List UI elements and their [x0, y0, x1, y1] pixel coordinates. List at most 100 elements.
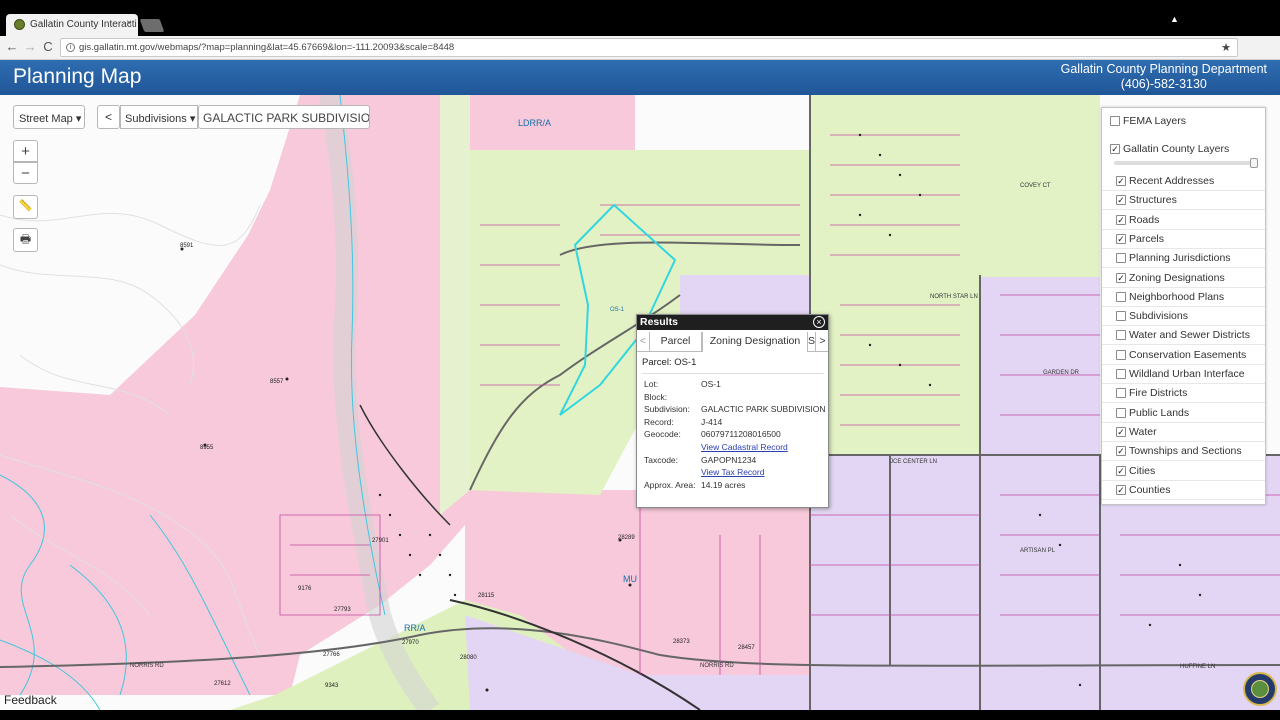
layer-checkbox[interactable]: ✓ — [1116, 195, 1126, 206]
parcel-heading: Parcel: OS-1 — [642, 357, 824, 374]
layer-item-recent-addresses[interactable]: ✓ Recent Addresses — [1102, 172, 1265, 191]
bookmark-star-icon[interactable]: ★ — [1221, 41, 1231, 54]
layer-item-neighborhood-plans[interactable]: Neighborhood Plans — [1102, 288, 1265, 307]
tab-close-icon[interactable]: × — [126, 18, 132, 29]
layer-item-planning-jurisdictions[interactable]: Planning Jurisdictions — [1102, 249, 1265, 269]
opacity-slider-handle[interactable] — [1250, 158, 1258, 168]
layer-checkbox[interactable]: ✓ — [1116, 465, 1126, 476]
layer-item-fire-districts[interactable]: Fire Districts — [1102, 384, 1265, 404]
detail-key: Record: — [644, 416, 674, 427]
tab-zoning-designation[interactable]: Zoning Designation — [702, 332, 808, 352]
department-phone: (406)-582-3130 — [1120, 77, 1207, 91]
address-number: 28115 — [478, 593, 495, 599]
search-input[interactable]: GALACTIC PARK SUBDIVISION — [198, 105, 370, 129]
department-name: Gallatin County Planning Department — [1060, 62, 1267, 76]
layer-item-public-lands[interactable]: Public Lands — [1102, 404, 1265, 423]
layer-group-gallatin-county[interactable]: ✓ Gallatin County Layers — [1102, 140, 1265, 159]
layer-group-fema[interactable]: FEMA Layers — [1102, 112, 1265, 131]
map-canvas[interactable]: LDRR/A RR/A MU OS-1 NORRIS RD NORRIS RD … — [0, 95, 1280, 710]
search-back-button[interactable]: < — [97, 105, 120, 129]
layer-checkbox[interactable]: ✓ — [1116, 484, 1126, 495]
road-label: NORRIS RD — [130, 663, 164, 669]
detail-value: 14.19 acres — [701, 479, 746, 490]
view-tax-record-link[interactable]: View Tax Record — [701, 467, 764, 477]
detail-row-cadastral-link: View Cadastral Record — [637, 442, 828, 455]
site-info-icon[interactable]: i — [66, 43, 75, 52]
address-bar[interactable]: i gis.gallatin.mt.gov/webmaps/?map=plann… — [60, 38, 1238, 57]
layer-label: Counties — [1129, 483, 1171, 496]
detail-value: GAPOPN1234 — [701, 454, 757, 465]
measure-ruler-icon[interactable]: 📏 — [13, 195, 38, 219]
reload-icon[interactable]: C — [40, 39, 56, 55]
layer-checkbox[interactable] — [1116, 311, 1126, 322]
layer-checkbox[interactable] — [1116, 253, 1126, 264]
results-title: Results — [637, 315, 828, 330]
opacity-slider[interactable] — [1114, 158, 1258, 168]
detail-row-geocode: Geocode: 06079711208016500 — [637, 429, 828, 442]
address-number: 28080 — [460, 655, 477, 661]
new-tab-button[interactable] — [139, 19, 165, 32]
layer-checkbox[interactable]: ✓ — [1110, 144, 1120, 154]
address-number: 8955 — [200, 445, 214, 451]
detail-value: GALACTIC PARK SUBDIVISION — [701, 404, 826, 415]
tab-parcel[interactable]: Parcel — [650, 332, 702, 352]
layer-checkbox[interactable]: ✓ — [1116, 272, 1126, 283]
layer-item-water-and-sewer-districts[interactable]: Water and Sewer Districts — [1102, 326, 1265, 346]
browser-tab[interactable]: Gallatin County Interacti × — [6, 14, 138, 36]
detail-key: Approx. Area: — [644, 479, 696, 490]
print-icon[interactable]: 🖶 — [13, 228, 38, 252]
layer-item-structures[interactable]: ✓ Structures — [1102, 191, 1265, 211]
layer-label: Gallatin County Layers — [1123, 143, 1230, 155]
feedback-link[interactable]: Feedback — [4, 693, 57, 707]
layer-label: Subdivisions — [1129, 310, 1188, 323]
tab-s[interactable]: S — [808, 332, 816, 352]
department-info: Gallatin County Planning Department (406… — [1061, 62, 1267, 92]
layer-checkbox[interactable] — [1116, 291, 1126, 302]
layer-item-conservation-easements[interactable]: Conservation Easements — [1102, 346, 1265, 365]
layer-item-subdivisions[interactable]: Subdivisions — [1102, 307, 1265, 327]
layer-item-zoning-designations[interactable]: ✓ Zoning Designations — [1102, 269, 1265, 288]
tab-prev-chevron-icon[interactable]: < — [637, 332, 650, 352]
layer-checkbox[interactable] — [1116, 407, 1126, 418]
layer-checkbox[interactable] — [1110, 116, 1120, 126]
detail-row-taxcode: Taxcode: GAPOPN1234 — [637, 455, 828, 468]
browser-tab-strip: Gallatin County Interacti × ▲ — [0, 0, 1280, 36]
layer-item-townships-and-sections[interactable]: ✓ Townships and Sections — [1102, 442, 1265, 462]
app-header: Planning Map Gallatin County Planning De… — [0, 60, 1280, 95]
basemap-select[interactable]: Street Map ▾ — [13, 105, 85, 129]
tab-next-chevron-icon[interactable]: > — [816, 332, 828, 352]
road-label: NORTH STAR LN — [930, 294, 978, 300]
back-arrow-icon[interactable]: ← — [4, 39, 20, 55]
layer-item-water[interactable]: ✓ Water — [1102, 423, 1265, 442]
parcel-details: Lot: OS-1 Block: Subdivision: GALACTIC PAR… — [637, 379, 828, 492]
layer-label: Recent Addresses — [1129, 175, 1215, 187]
layer-checkbox[interactable]: ✓ — [1116, 176, 1126, 186]
address-number: 9176 — [298, 586, 312, 592]
layer-item-parcels[interactable]: ✓ Parcels — [1102, 230, 1265, 249]
road-label: COVEY CT — [1020, 183, 1051, 189]
layer-item-roads[interactable]: ✓ Roads — [1102, 211, 1265, 230]
layer-checkbox[interactable] — [1116, 330, 1126, 341]
layer-checkbox[interactable] — [1116, 388, 1126, 399]
layer-checkbox[interactable] — [1116, 349, 1126, 360]
zoom-out-button[interactable]: − — [13, 162, 38, 184]
layer-label: Water — [1129, 425, 1157, 438]
layer-checkbox[interactable]: ✓ — [1116, 426, 1126, 437]
layer-item-counties[interactable]: ✓ Counties — [1102, 481, 1265, 500]
road-label: ARTISAN PL — [1020, 548, 1056, 554]
user-profile-icon[interactable]: ▲ — [1170, 14, 1179, 24]
zoom-in-button[interactable]: + — [13, 140, 38, 162]
close-icon[interactable]: × — [813, 316, 825, 328]
layer-checkbox[interactable]: ✓ — [1116, 446, 1126, 457]
zone-lavender-right — [980, 277, 1100, 455]
layer-item-cities[interactable]: ✓ Cities — [1102, 462, 1265, 481]
layer-checkbox[interactable]: ✓ — [1116, 214, 1126, 225]
search-type-select[interactable]: Subdivisions ▾ — [120, 105, 198, 129]
zone-label: MU — [623, 574, 637, 584]
layer-item-wildland-urban-interface[interactable]: Wildland Urban Interface — [1102, 365, 1265, 384]
layer-checkbox[interactable] — [1116, 369, 1126, 379]
layer-checkbox[interactable]: ✓ — [1116, 233, 1126, 244]
forward-arrow-icon[interactable]: → — [22, 39, 38, 55]
view-cadastral-record-link[interactable]: View Cadastral Record — [701, 442, 788, 452]
screen: Gallatin County Interacti × ▲ ← → C i gi… — [0, 0, 1280, 720]
